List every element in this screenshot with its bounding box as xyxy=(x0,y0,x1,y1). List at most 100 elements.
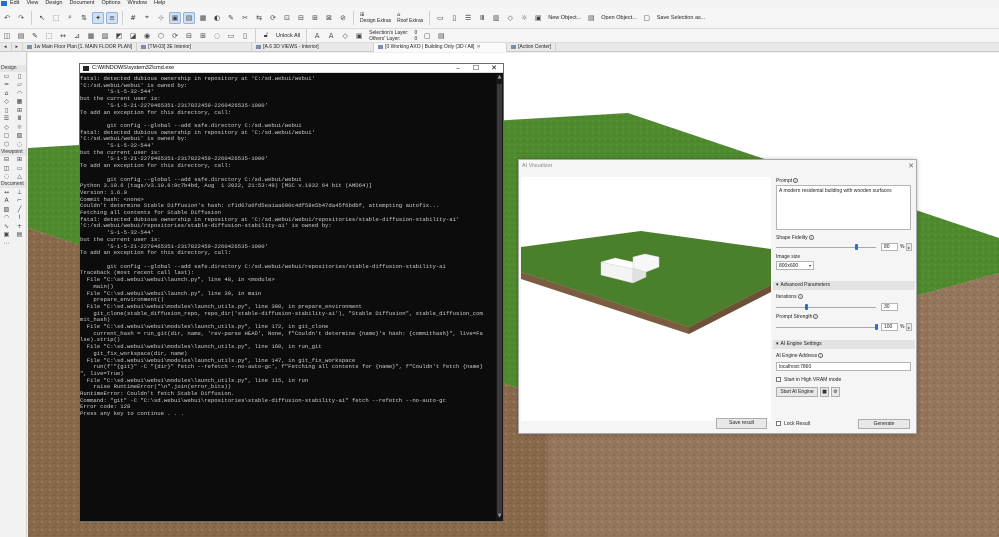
railing-icon[interactable]: Ⅲ xyxy=(477,13,487,23)
open-object-button[interactable]: Open Object... xyxy=(601,15,636,21)
pen-icon[interactable]: ✎ xyxy=(226,13,236,23)
high-vram-checkbox[interactable] xyxy=(776,377,781,382)
text-tool-icon[interactable]: A xyxy=(312,31,322,41)
roof-extras-menu[interactable]: ⌂ Roof Extras xyxy=(397,12,423,24)
scroll-thumb[interactable] xyxy=(497,84,502,514)
prompt-strength-track[interactable] xyxy=(776,327,876,328)
align-icon[interactable]: ⊟ xyxy=(296,13,306,23)
dimension-tool-icon[interactable]: ↔ xyxy=(0,188,13,197)
magic-wand-icon[interactable]: ✦ xyxy=(92,11,104,24)
app-icon[interactable] xyxy=(1,1,7,6)
lock-result-checkbox[interactable] xyxy=(776,421,781,426)
tab-next-arrow[interactable]: ▸ xyxy=(12,42,24,52)
label-tool-icon[interactable]: A xyxy=(326,31,336,41)
cmd-scrollbar[interactable]: ▲ ▼ xyxy=(496,74,503,521)
trim-icon[interactable]: ⊠ xyxy=(324,13,334,23)
window-icon[interactable]: ▭ xyxy=(435,13,445,23)
layer-select-icon[interactable]: ≡ xyxy=(106,11,118,24)
unlock-icon[interactable]: 🔓︎ xyxy=(261,31,271,41)
detail-tool-icon[interactable]: ◌ xyxy=(0,173,13,182)
roof-tool-icon[interactable]: ⌂ xyxy=(0,89,13,98)
layers-icon[interactable]: ◫ xyxy=(2,31,12,41)
tab-action-center[interactable]: [Action Center] xyxy=(507,42,557,52)
dimension-icon[interactable]: ↔ xyxy=(58,31,68,41)
iterations-slider[interactable] xyxy=(804,304,808,310)
scale-icon[interactable]: ⊿ xyxy=(72,31,82,41)
lamp-tool-icon[interactable]: ☼ xyxy=(13,123,26,132)
window-tool-icon[interactable]: ⊞ xyxy=(13,106,26,115)
save-selection-button[interactable]: Save Selection as... xyxy=(657,15,706,21)
close-icon[interactable]: ✕ xyxy=(906,162,916,170)
elevation-icon[interactable]: ⊞ xyxy=(198,31,208,41)
opening-tool-icon[interactable]: ◌ xyxy=(13,140,26,149)
cmd-window[interactable]: C:\WINDOWS\system32\cmd.exe – ☐ ✕ fatal:… xyxy=(79,63,504,522)
settings-icon[interactable]: ⚙ xyxy=(831,387,840,397)
new-object-button[interactable]: New Object... xyxy=(548,15,581,21)
minimize-icon[interactable]: – xyxy=(449,64,467,73)
menu-document[interactable]: Document xyxy=(69,0,94,7)
rotate-icon[interactable]: ⟳ xyxy=(268,13,278,23)
iterations-track[interactable] xyxy=(776,307,876,308)
spline-tool-icon[interactable]: ∿ xyxy=(0,222,13,231)
prompt-strength-stepper[interactable]: ▸ xyxy=(906,323,912,331)
skylight-tool-icon[interactable]: ◇ xyxy=(0,98,13,107)
menu-view[interactable]: View xyxy=(26,0,38,7)
stop-icon[interactable]: ■ xyxy=(820,387,829,397)
tab-3d-views-interior[interactable]: [A.6 3D VIEWS - Interior] xyxy=(252,42,375,52)
detail-icon[interactable]: ◌ xyxy=(212,31,222,41)
door-icon[interactable]: ▯ xyxy=(449,13,459,23)
prompt-textarea[interactable]: A modern residental building with wooden… xyxy=(776,185,911,230)
arc-tool-icon[interactable]: ◠ xyxy=(0,214,13,223)
mesh-tool-icon[interactable]: ▧ xyxy=(13,132,26,141)
graphic-override-icon[interactable]: ◪ xyxy=(128,31,138,41)
tab-interior[interactable]: [TM-03] 3E Interior] xyxy=(137,42,253,52)
drawing-tool-icon[interactable]: ▤ xyxy=(13,231,26,240)
worksheet-tool-icon[interactable]: ▭ xyxy=(13,164,26,173)
layer-settings-icon[interactable]: ▢ xyxy=(422,31,432,41)
info-icon[interactable]: i xyxy=(808,235,814,241)
suspend-groups-icon[interactable]: ▤ xyxy=(183,11,195,24)
layout-icon[interactable]: ▯ xyxy=(240,31,250,41)
open-object-icon[interactable]: ▤ xyxy=(586,13,596,23)
design-extras-menu[interactable]: ⊞ Design Extras xyxy=(360,12,391,24)
info-icon[interactable]: i xyxy=(793,178,799,184)
curtain-wall-icon[interactable]: ▥ xyxy=(491,13,501,23)
prompt-strength-input[interactable]: 100 xyxy=(881,323,898,331)
grid-icon[interactable]: # xyxy=(128,13,138,23)
structure-icon[interactable]: ▦ xyxy=(86,31,96,41)
save-selection-icon[interactable]: ▢ xyxy=(642,13,652,23)
info-icon[interactable]: i xyxy=(813,314,819,320)
zoom-icon[interactable]: ⌕ xyxy=(65,13,75,23)
offset-icon[interactable]: ⊡ xyxy=(282,13,292,23)
split-icon[interactable]: ⊘ xyxy=(338,13,348,23)
unlock-all-button[interactable]: Unlock All xyxy=(276,33,300,39)
layer-combo-icon[interactable]: ▤ xyxy=(16,31,26,41)
text-tool-icon[interactable]: A xyxy=(0,197,13,206)
generate-button[interactable]: Generate xyxy=(858,419,910,429)
scroll-down-icon[interactable]: ▼ xyxy=(496,513,503,521)
door-tool-icon[interactable]: ▯ xyxy=(0,106,13,115)
stair-icon[interactable]: ☰ xyxy=(463,13,473,23)
figure-tool-icon[interactable]: ▣ xyxy=(0,231,13,240)
start-ai-engine-button[interactable]: Start AI Engine xyxy=(776,387,818,397)
pen-set-icon[interactable]: ✎ xyxy=(30,31,40,41)
lamp-icon[interactable]: ☼ xyxy=(519,13,529,23)
wall-tool-icon[interactable]: ▭ xyxy=(0,72,13,81)
maximize-icon[interactable]: ☐ xyxy=(467,64,485,73)
beam-tool-icon[interactable]: ═ xyxy=(0,81,13,90)
tab-working-axo[interactable]: [0 Working AXO | Building Only (3D / All… xyxy=(374,42,508,52)
slab-tool-icon[interactable]: ▱ xyxy=(13,81,26,90)
tab-main-floor-plan[interactable]: 1w Main Floor Plan [1. MAIN FLOOR PLAN] xyxy=(23,42,138,52)
distribute-icon[interactable]: ⊞ xyxy=(310,13,320,23)
elevation-tool-icon[interactable]: ⊞ xyxy=(13,156,26,165)
more-tools-icon[interactable]: ⋯ xyxy=(0,239,13,248)
guide-icon[interactable]: ⊹ xyxy=(156,13,166,23)
menu-help[interactable]: Help xyxy=(154,0,165,7)
shape-fidelity-slider[interactable] xyxy=(854,244,858,250)
renovation-icon[interactable]: ◩ xyxy=(114,31,124,41)
worksheet-icon[interactable]: ▭ xyxy=(226,31,236,41)
level-dimension-tool-icon[interactable]: ⊥ xyxy=(13,188,26,197)
hatch-icon[interactable]: ▦ xyxy=(198,13,208,23)
label-tool-icon[interactable]: ⌐ xyxy=(13,197,26,206)
hotspot-tool-icon[interactable]: + xyxy=(13,222,26,231)
